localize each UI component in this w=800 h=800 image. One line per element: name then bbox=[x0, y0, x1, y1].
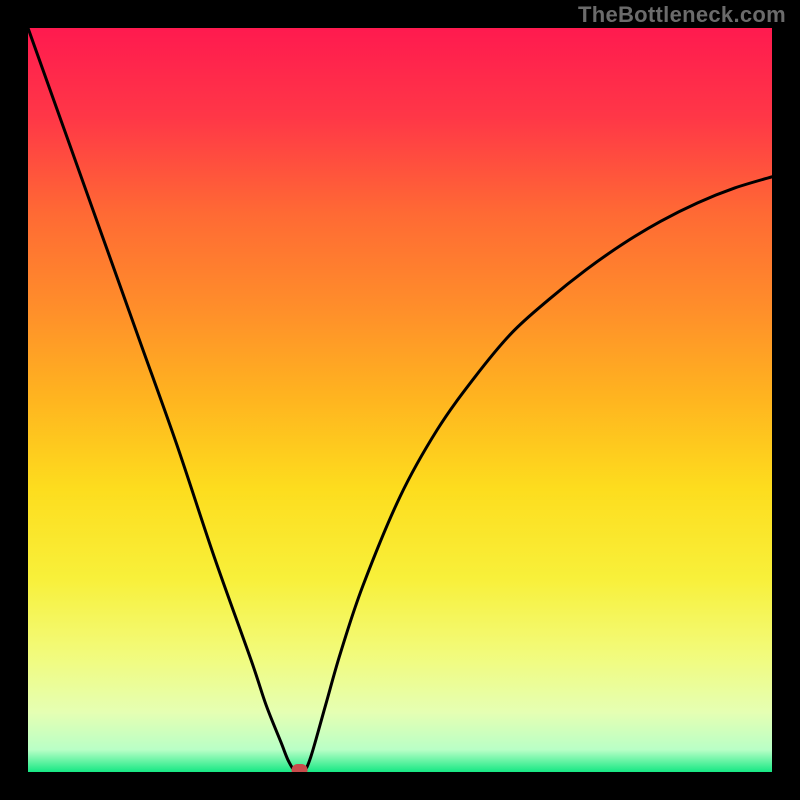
watermark-text: TheBottleneck.com bbox=[578, 2, 786, 28]
plot-background bbox=[28, 28, 772, 772]
minimum-marker bbox=[292, 764, 308, 772]
plot-area bbox=[28, 28, 772, 772]
chart-svg bbox=[28, 28, 772, 772]
chart-frame: TheBottleneck.com bbox=[0, 0, 800, 800]
